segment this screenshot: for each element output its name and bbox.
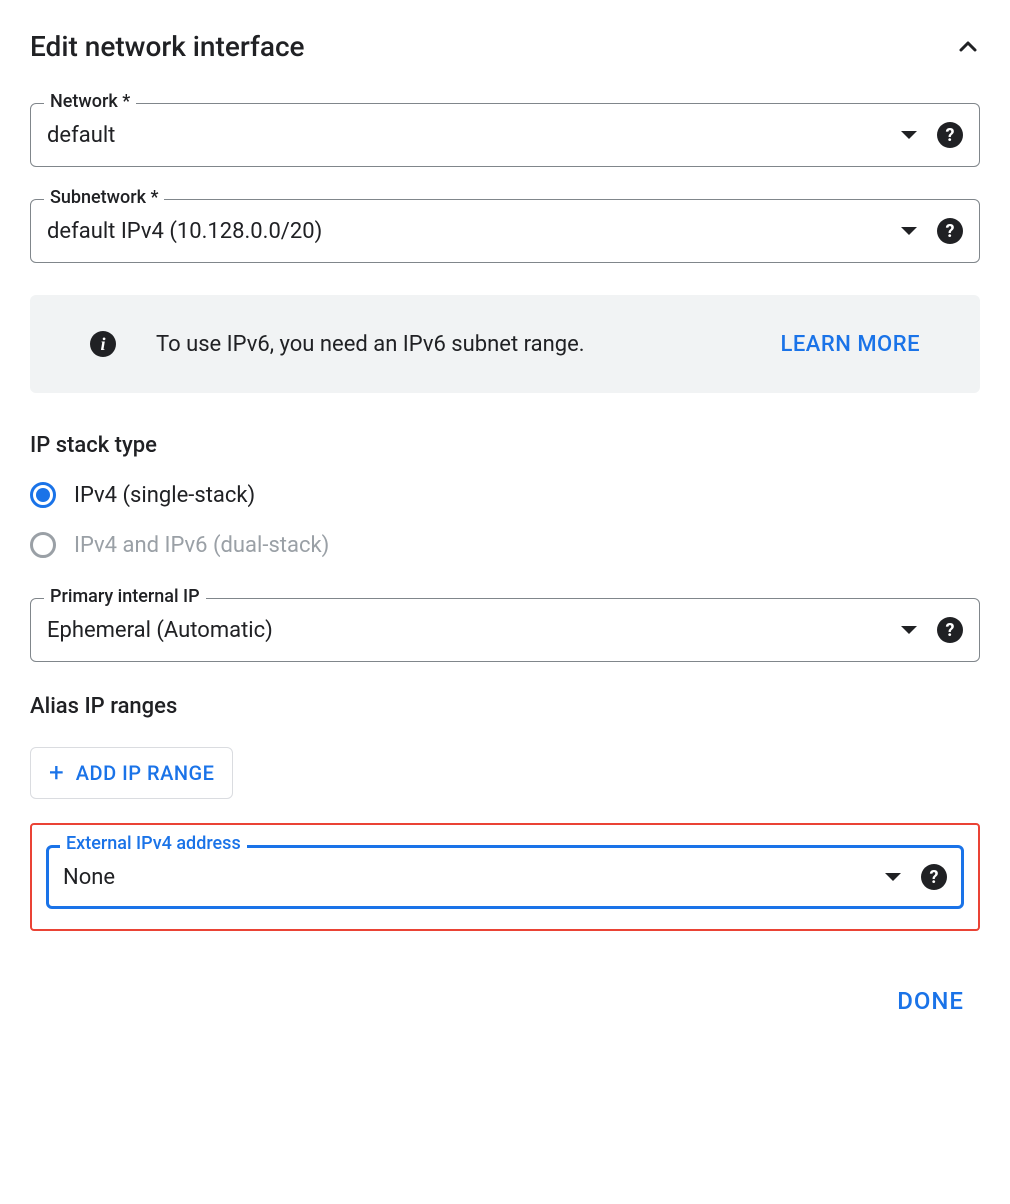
subnetwork-label: Subnetwork * [44,187,164,208]
alias-ip-label: Alias IP ranges [30,694,980,719]
collapse-icon[interactable] [956,35,980,59]
help-icon[interactable]: ? [937,122,963,148]
ip-stack-label: IP stack type [30,433,980,458]
dropdown-icon [885,873,901,881]
add-ip-range-button[interactable]: + ADD IP RANGE [30,747,233,799]
network-select[interactable]: default ? [30,103,980,167]
plus-icon: + [49,760,64,786]
ip-stack-radio-group: IPv4 (single-stack) IPv4 and IPv6 (dual-… [30,482,980,558]
radio-ipv4-ipv6-dual: IPv4 and IPv6 (dual-stack) [30,532,980,558]
network-value: default [47,123,901,148]
external-ipv4-highlight: External IPv4 address None ? [30,823,980,931]
radio-ipv4-single[interactable]: IPv4 (single-stack) [30,482,980,508]
subnetwork-value: default IPv4 (10.128.0.0/20) [47,219,901,244]
done-button[interactable]: DONE [881,979,980,1023]
primary-internal-ip-value: Ephemeral (Automatic) [47,618,901,643]
radio-label: IPv4 (single-stack) [74,483,255,508]
dropdown-icon [901,131,917,139]
help-icon[interactable]: ? [921,864,947,890]
external-ipv4-select[interactable]: None ? [46,845,964,909]
radio-icon [30,532,56,558]
network-label: Network * [44,91,136,112]
dropdown-icon [901,227,917,235]
external-ipv4-value: None [63,865,885,890]
primary-internal-ip-select[interactable]: Ephemeral (Automatic) ? [30,598,980,662]
subnetwork-select[interactable]: default IPv4 (10.128.0.0/20) ? [30,199,980,263]
info-icon: i [90,331,116,357]
ipv6-info-banner: i To use IPv6, you need an IPv6 subnet r… [30,295,980,393]
radio-label: IPv4 and IPv6 (dual-stack) [74,533,329,558]
external-ipv4-label: External IPv4 address [60,833,247,854]
radio-icon [30,482,56,508]
add-ip-range-label: ADD IP RANGE [76,761,215,785]
learn-more-link[interactable]: LEARN MORE [781,332,921,357]
panel-title: Edit network interface [30,30,305,63]
help-icon[interactable]: ? [937,218,963,244]
help-icon[interactable]: ? [937,617,963,643]
dropdown-icon [901,626,917,634]
primary-internal-ip-label: Primary internal IP [44,586,206,607]
ipv6-info-text: To use IPv6, you need an IPv6 subnet ran… [156,332,757,357]
